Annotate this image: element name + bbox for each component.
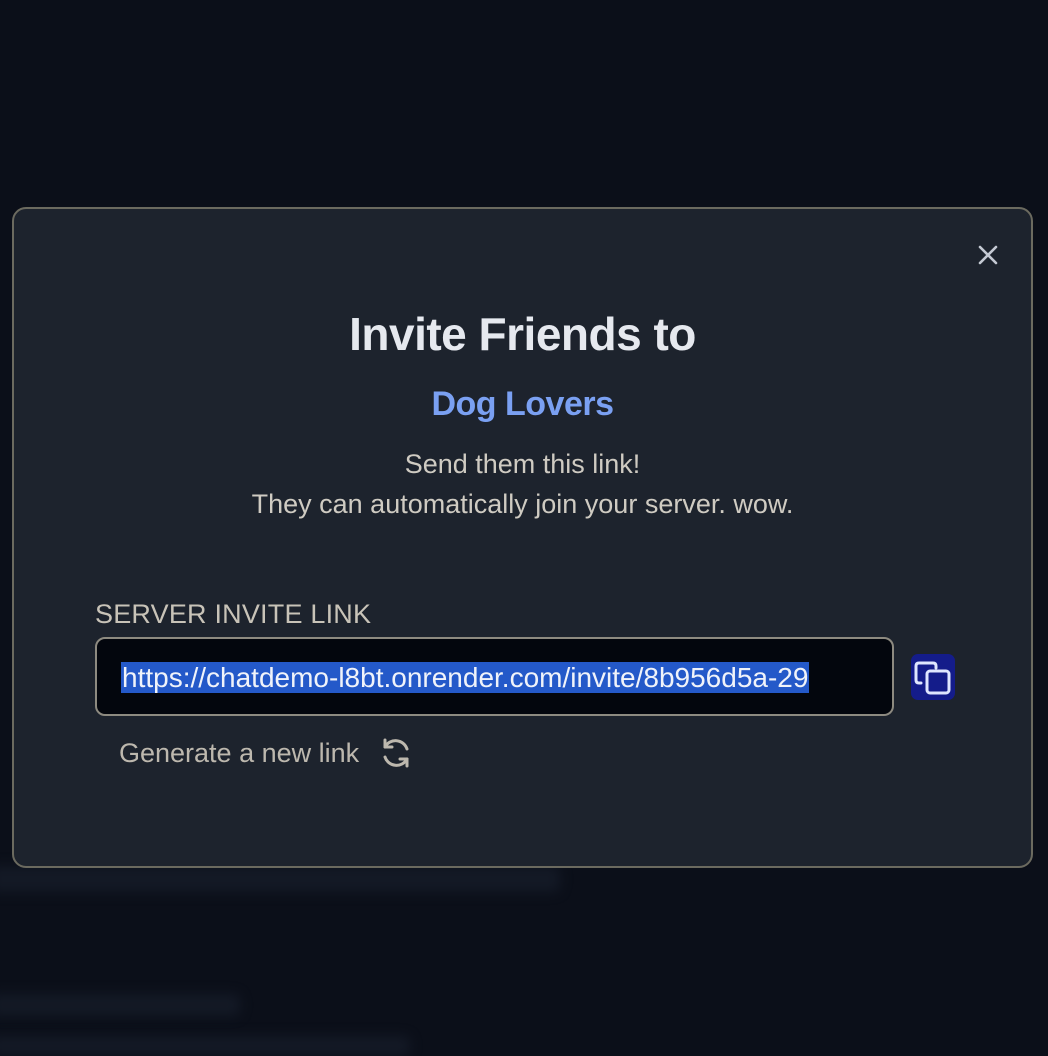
close-icon	[978, 245, 998, 265]
invite-link-field[interactable]: https://chatdemo-l8bt.onrender.com/invit…	[95, 637, 894, 716]
generate-new-link-button[interactable]: Generate a new link	[119, 733, 415, 773]
background-text-blurred	[0, 866, 560, 892]
invite-modal: Invite Friends to Dog Lovers Send them t…	[12, 207, 1033, 868]
subtitle-line-1: Send them this link!	[404, 449, 641, 479]
copy-icon	[914, 661, 951, 695]
modal-title: Invite Friends to	[349, 308, 696, 360]
server-name: Dog Lovers	[431, 385, 614, 423]
invite-link-text-container: https://chatdemo-l8bt.onrender.com/invit…	[121, 661, 869, 695]
copy-link-button[interactable]	[911, 654, 955, 700]
invite-link-value[interactable]: https://chatdemo-l8bt.onrender.com/invit…	[121, 662, 810, 693]
background-text-blurred	[0, 1036, 410, 1056]
refresh-icon	[377, 734, 415, 772]
generate-new-link-label: Generate a new link	[119, 737, 360, 768]
background-text-blurred	[0, 994, 240, 1016]
invite-link-label: SERVER INVITE LINK	[95, 599, 372, 629]
close-button[interactable]	[972, 239, 1004, 271]
subtitle-line-2: They can automatically join your server.…	[251, 489, 794, 519]
